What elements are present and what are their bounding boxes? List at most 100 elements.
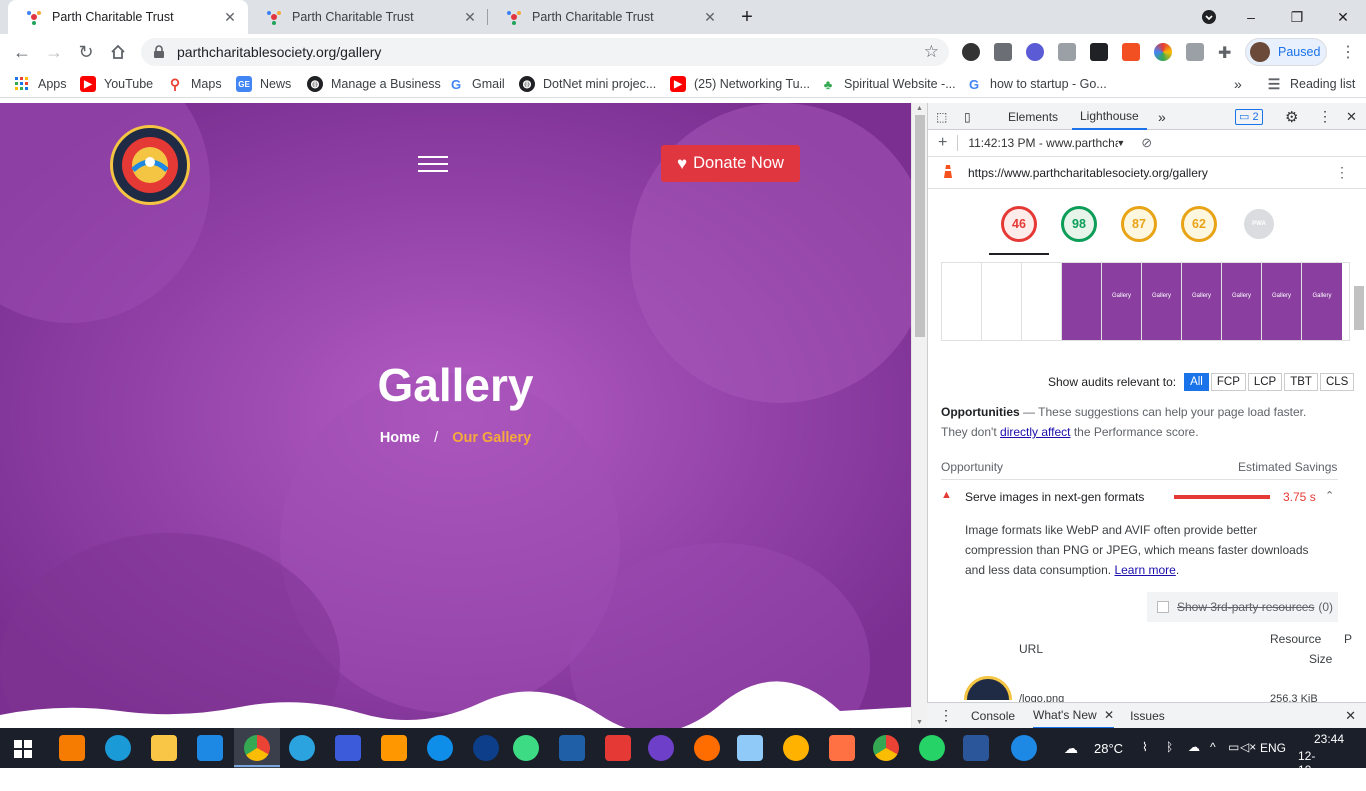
clock-date[interactable]: 12-10-2021 — [1298, 749, 1325, 791]
bookmark-manage-business[interactable]: ◍ Manage a Business — [307, 75, 441, 93]
issues-counter[interactable]: ▭ 2 — [1235, 103, 1263, 130]
drawer-tab-issues[interactable]: Issues — [1130, 709, 1165, 723]
bookmark-star-icon[interactable]: ☆ — [924, 42, 939, 62]
nav-menu-button[interactable] — [418, 156, 448, 172]
page-scrollbar[interactable]: ▲ ▼ — [911, 103, 927, 728]
clock-time[interactable]: 23:44 — [1314, 732, 1344, 746]
close-devtools-icon[interactable]: ✕ — [1346, 103, 1357, 130]
browser-tab-2[interactable]: Parth Charitable Trust ✕ — [248, 0, 488, 34]
reload-button[interactable]: ↻ — [72, 38, 100, 66]
bookmark-youtube[interactable]: ▶ YouTube — [80, 75, 153, 93]
filter-fcp[interactable]: FCP — [1210, 373, 1246, 391]
chrome-icon[interactable] — [244, 735, 270, 761]
extension-gray-icon[interactable] — [1058, 43, 1076, 61]
bookmark-spiritual[interactable]: ♣ Spiritual Website -... — [820, 75, 956, 93]
onedrive-icon[interactable]: ☁ — [1188, 740, 1200, 754]
more-tabs-button[interactable]: » — [1158, 103, 1166, 130]
cloud-weather-icon[interactable]: ☁ — [1064, 740, 1078, 757]
notification-icon[interactable]: ▭ — [1228, 740, 1239, 754]
drawer-tab-whats-new[interactable]: What's New ✕ — [1033, 703, 1115, 729]
reading-list-button[interactable]: ☰ Reading list — [1266, 75, 1356, 93]
scrollbar-thumb[interactable] — [1354, 286, 1364, 330]
performance-score-gauge[interactable]: 46 — [1001, 206, 1037, 242]
vscode-icon[interactable] — [197, 735, 223, 761]
close-drawer-icon[interactable]: ✕ — [1345, 708, 1356, 724]
pwa-score-gauge[interactable]: PWA — [1241, 206, 1277, 242]
extension-color-wheel-icon[interactable] — [1154, 43, 1172, 61]
anydesk-icon[interactable] — [605, 735, 631, 761]
postman-icon[interactable] — [694, 735, 720, 761]
blueprint-icon[interactable] — [737, 735, 763, 761]
powershell-icon[interactable] — [559, 735, 585, 761]
scrollbar-thumb[interactable] — [915, 115, 925, 337]
camera-icon[interactable] — [1186, 43, 1204, 61]
android-studio-icon[interactable] — [513, 735, 539, 761]
chevron-up-icon[interactable]: ^ — [1210, 740, 1216, 754]
device-toolbar-icon[interactable]: ▯ — [964, 103, 971, 130]
network-tool-icon[interactable] — [335, 735, 361, 761]
breadcrumb-home-link[interactable]: Home — [380, 430, 420, 446]
bookmark-news[interactable]: GE News — [236, 75, 291, 93]
address-bar[interactable]: parthcharitablesociety.org/gallery ☆ — [141, 38, 949, 66]
filter-tbt[interactable]: TBT — [1284, 373, 1318, 391]
bluetooth-icon[interactable]: ᛒ — [1166, 740, 1173, 754]
third-party-checkbox[interactable] — [1157, 601, 1169, 613]
xampp-icon[interactable] — [59, 735, 85, 761]
tab-elements[interactable]: Elements — [1008, 103, 1058, 130]
close-drawer-tab-icon[interactable]: ✕ — [1104, 708, 1114, 722]
maximize-button[interactable]: ❐ — [1274, 0, 1320, 34]
browser-menu-button[interactable]: ⋮ — [1334, 38, 1362, 66]
close-tab-icon[interactable]: ✕ — [462, 9, 478, 26]
github-icon[interactable] — [648, 735, 674, 761]
extension-c-icon[interactable] — [1122, 43, 1140, 61]
forward-button[interactable]: → — [40, 38, 68, 66]
profile-button[interactable]: Paused — [1245, 38, 1327, 66]
outlook-icon[interactable] — [829, 735, 855, 761]
clear-report-icon[interactable]: ⊘ — [1141, 135, 1152, 151]
tab-search-button[interactable] — [1186, 0, 1232, 34]
dropdown-caret-icon[interactable]: ▼ — [1116, 138, 1125, 148]
learn-more-link[interactable]: Learn more — [1114, 563, 1175, 577]
telegram-icon[interactable] — [289, 735, 315, 761]
brave-icon[interactable] — [783, 735, 809, 761]
home-button[interactable] — [104, 38, 132, 66]
bookmark-dotnet[interactable]: ◍ DotNet mini projec... — [519, 75, 656, 93]
weather-temp[interactable]: 28°C — [1094, 741, 1123, 756]
accessibility-score-gauge[interactable]: 98 — [1061, 206, 1097, 242]
best-practices-score-gauge[interactable]: 87 — [1121, 206, 1157, 242]
edge-icon[interactable] — [105, 735, 131, 761]
bookmark-apps[interactable]: Apps — [14, 75, 67, 93]
drawer-tab-console[interactable]: Console — [971, 709, 1015, 723]
browser-tab-1[interactable]: Parth Charitable Trust ✕ — [8, 0, 248, 34]
back-button[interactable]: ← — [8, 38, 36, 66]
report-menu-icon[interactable]: ⋮ — [1335, 164, 1349, 181]
bookmark-startup[interactable]: Ghow to startup - Go... — [966, 75, 1107, 93]
devtools-scrollbar[interactable] — [1352, 262, 1366, 702]
new-tab-button[interactable]: + — [725, 0, 769, 34]
settings-gear-icon[interactable]: ⚙ — [1285, 103, 1298, 130]
inspect-element-icon[interactable]: ⬚ — [936, 103, 947, 130]
extension-k-icon[interactable] — [962, 43, 980, 61]
seo-score-gauge[interactable]: 62 — [1181, 206, 1217, 242]
firefox-dev-icon[interactable] — [473, 735, 499, 761]
minimize-button[interactable]: – — [1228, 0, 1274, 34]
teamviewer-icon[interactable] — [427, 735, 453, 761]
file-explorer-icon[interactable] — [151, 735, 177, 761]
devtools-menu-icon[interactable]: ⋮ — [1318, 103, 1332, 130]
bookmark-networking[interactable]: ▶ (25) Networking Tu... — [670, 75, 810, 93]
word-icon[interactable] — [963, 735, 989, 761]
report-selector[interactable]: 11:42:13 PM - www.parthcharit — [968, 136, 1118, 150]
audit-row-next-gen-images[interactable]: ▲ Serve images in next-gen formats 3.75 … — [941, 487, 1338, 507]
help-icon[interactable] — [1011, 735, 1037, 761]
bookmark-gmail[interactable]: G Gmail — [448, 75, 505, 93]
whatsapp-icon[interactable] — [919, 735, 945, 761]
drawer-menu-icon[interactable]: ⋮ — [939, 707, 953, 724]
close-tab-icon[interactable]: ✕ — [222, 9, 238, 26]
new-report-plus-icon[interactable]: + — [938, 134, 947, 152]
browser-tab-3[interactable]: Parth Charitable Trust ✕ — [488, 0, 728, 34]
filter-cls[interactable]: CLS — [1319, 373, 1355, 391]
filter-lcp[interactable]: LCP — [1247, 373, 1283, 391]
close-tab-icon[interactable]: ✕ — [702, 9, 718, 26]
extension-tab-icon[interactable] — [994, 43, 1012, 61]
sublime-icon[interactable] — [381, 735, 407, 761]
